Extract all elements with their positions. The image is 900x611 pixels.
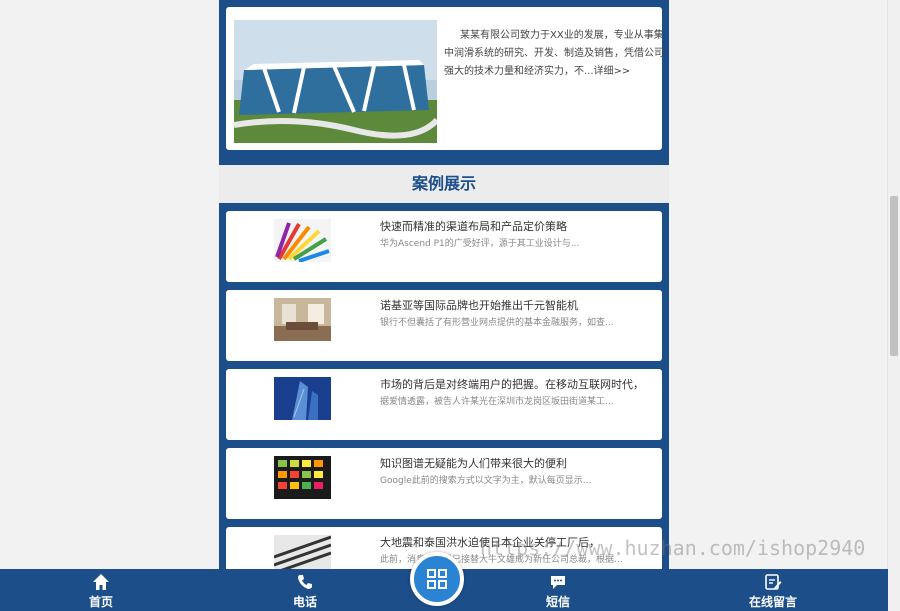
- chat-bubble-icon: [551, 576, 565, 589]
- case-title[interactable]: 知识图谱无疑能为人们带来很大的便利: [380, 455, 567, 471]
- nav-sms-label: 短信: [545, 595, 570, 609]
- case-item[interactable]: 市场的背后是对终端用户的把握。在移动互联网时代， 据爱情透露，被告人许某光在深圳…: [226, 369, 662, 440]
- nav-phone[interactable]: 电话: [255, 569, 355, 611]
- about-card: 某某有限公司致力于XX业的发展，专业从事集中润滑系统的研究、开发、制造及销售，凭…: [226, 7, 664, 150]
- case-thumbnail: [274, 377, 331, 420]
- building-photo: [234, 20, 437, 143]
- case-item[interactable]: 快速而精准的渠道布局和产品定价策略 华为Ascend P1的广受好评，源于其工业…: [226, 211, 662, 282]
- case-desc: 据爱情透露，被告人许某光在深圳市龙岗区坂田街道某工...: [380, 397, 614, 407]
- page-scrollbar[interactable]: [887, 0, 900, 611]
- scrollbar-thumb[interactable]: [890, 196, 898, 356]
- section-title: 案例展示: [219, 165, 669, 203]
- about-section: 某某有限公司致力于XX业的发展，专业从事集中润滑系统的研究、开发、制造及销售，凭…: [219, 0, 669, 165]
- case-thumbnail: [274, 456, 331, 499]
- case-title[interactable]: 快速而精准的渠道布局和产品定价策略: [380, 218, 567, 234]
- case-title[interactable]: 市场的背后是对终端用户的把握。在移动互联网时代，: [380, 376, 644, 392]
- nav-home[interactable]: 首页: [51, 569, 151, 611]
- case-desc: Google此前的搜索方式以文字为主，默认每页显示...: [380, 476, 592, 486]
- phone-icon: [298, 575, 312, 589]
- case-desc: 银行不但囊括了有形营业网点提供的基本金融服务，如查...: [380, 318, 614, 328]
- case-thumbnail: [274, 219, 331, 262]
- case-thumbnail: [274, 298, 331, 341]
- nav-phone-label: 电话: [292, 595, 317, 609]
- case-item[interactable]: 诺基亚等国际品牌也开始推出千元智能机 银行不但囊括了有形营业网点提供的基本金融服…: [226, 290, 662, 361]
- case-item[interactable]: 知识图谱无疑能为人们带来很大的便利 Google此前的搜索方式以文字为主，默认每…: [226, 448, 662, 519]
- case-desc: 华为Ascend P1的广受好评，源于其工业设计与...: [380, 239, 580, 249]
- watermark: https://www.huzhan.com/ishop2940: [480, 536, 866, 560]
- nav-message[interactable]: 在线留言: [723, 569, 823, 611]
- about-description: 某某有限公司致力于XX业的发展，专业从事集中润滑系统的研究、开发、制造及销售，凭…: [444, 30, 664, 77]
- grid-icon: [427, 569, 447, 589]
- home-icon: [93, 574, 109, 590]
- edit-note-icon: [765, 574, 782, 590]
- nav-sms[interactable]: 短信: [508, 569, 608, 611]
- center-menu-button[interactable]: [410, 552, 464, 606]
- case-title[interactable]: 诺基亚等国际品牌也开始推出千元智能机: [380, 297, 578, 313]
- nav-message-label: 在线留言: [748, 595, 797, 609]
- nav-home-label: 首页: [88, 595, 113, 609]
- mobile-page: 某某有限公司致力于XX业的发展，专业从事集中润滑系统的研究、开发、制造及销售，凭…: [219, 0, 669, 611]
